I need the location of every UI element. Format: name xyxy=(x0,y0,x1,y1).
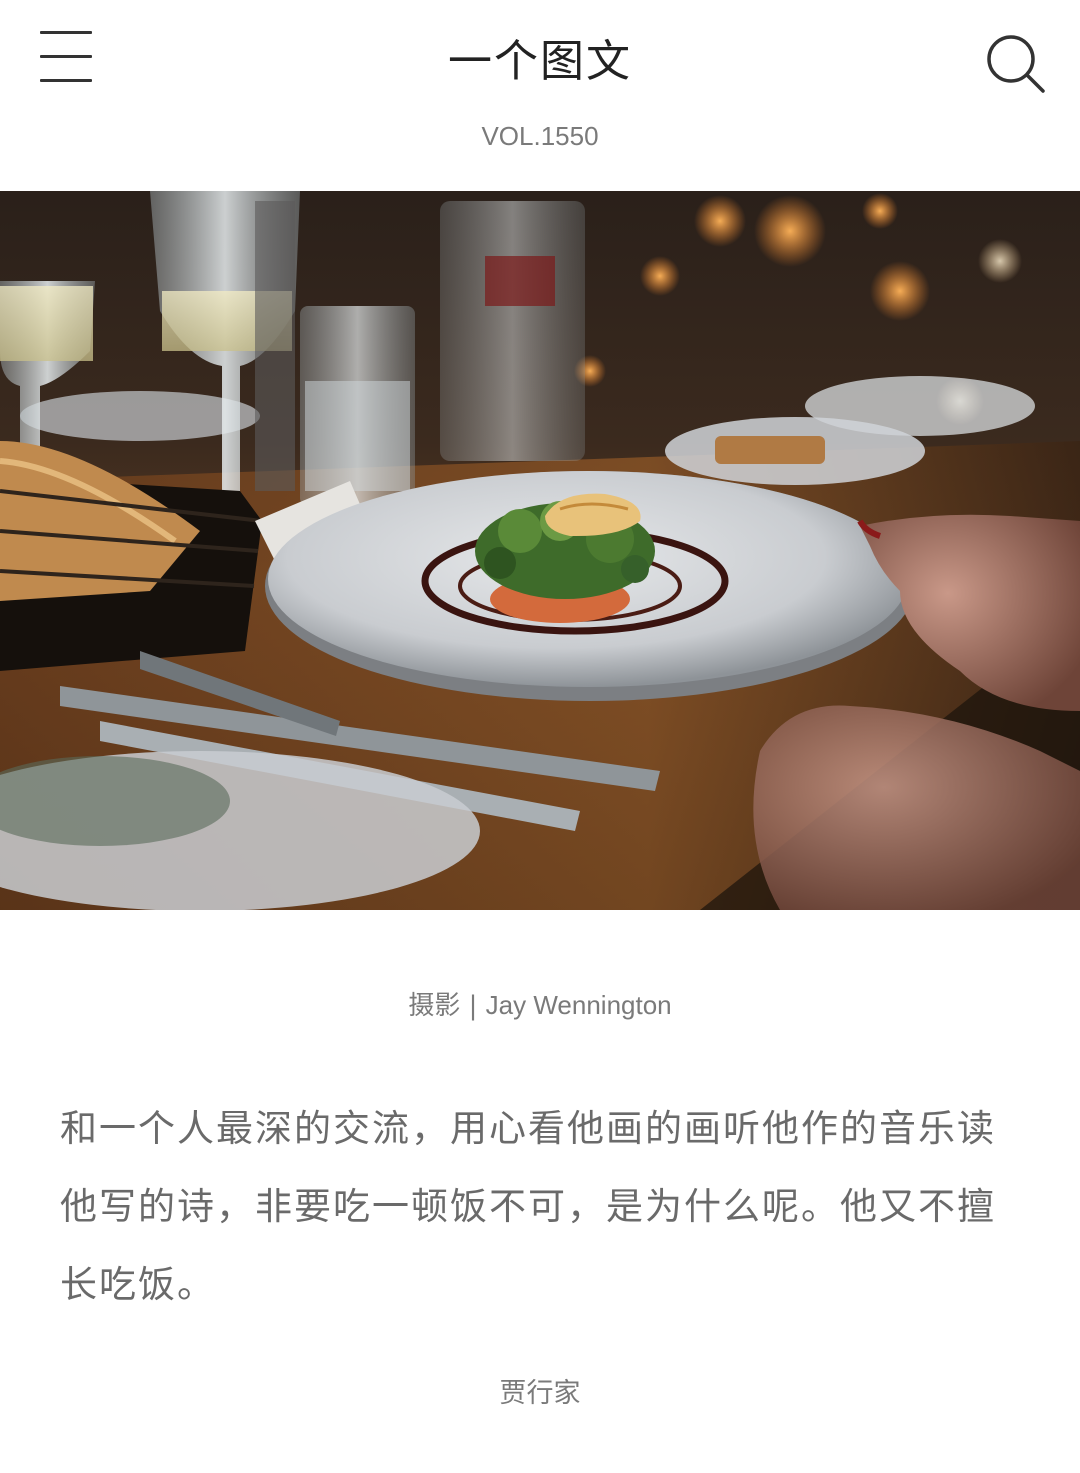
page-title: 一个图文 xyxy=(448,36,632,87)
author-name: 贾行家 xyxy=(499,1378,581,1409)
top-bar: 一个图文 VOL.1550 xyxy=(0,0,1080,190)
volume-number: VOL.1550 xyxy=(481,121,599,151)
photo-credit-label: 摄影 | xyxy=(408,991,486,1021)
photo-credit: 摄影 | Jay Wennington xyxy=(0,985,1080,1026)
article-quote: 和一个人最深的交流，用心看他画的画听他作的音乐读他写的诗，非要吃一顿饭不可，是为… xyxy=(60,1107,996,1306)
search-icon[interactable] xyxy=(984,32,1046,94)
featured-photo[interactable] xyxy=(0,191,1080,910)
photographer-name: Jay Wennington xyxy=(485,990,672,1020)
